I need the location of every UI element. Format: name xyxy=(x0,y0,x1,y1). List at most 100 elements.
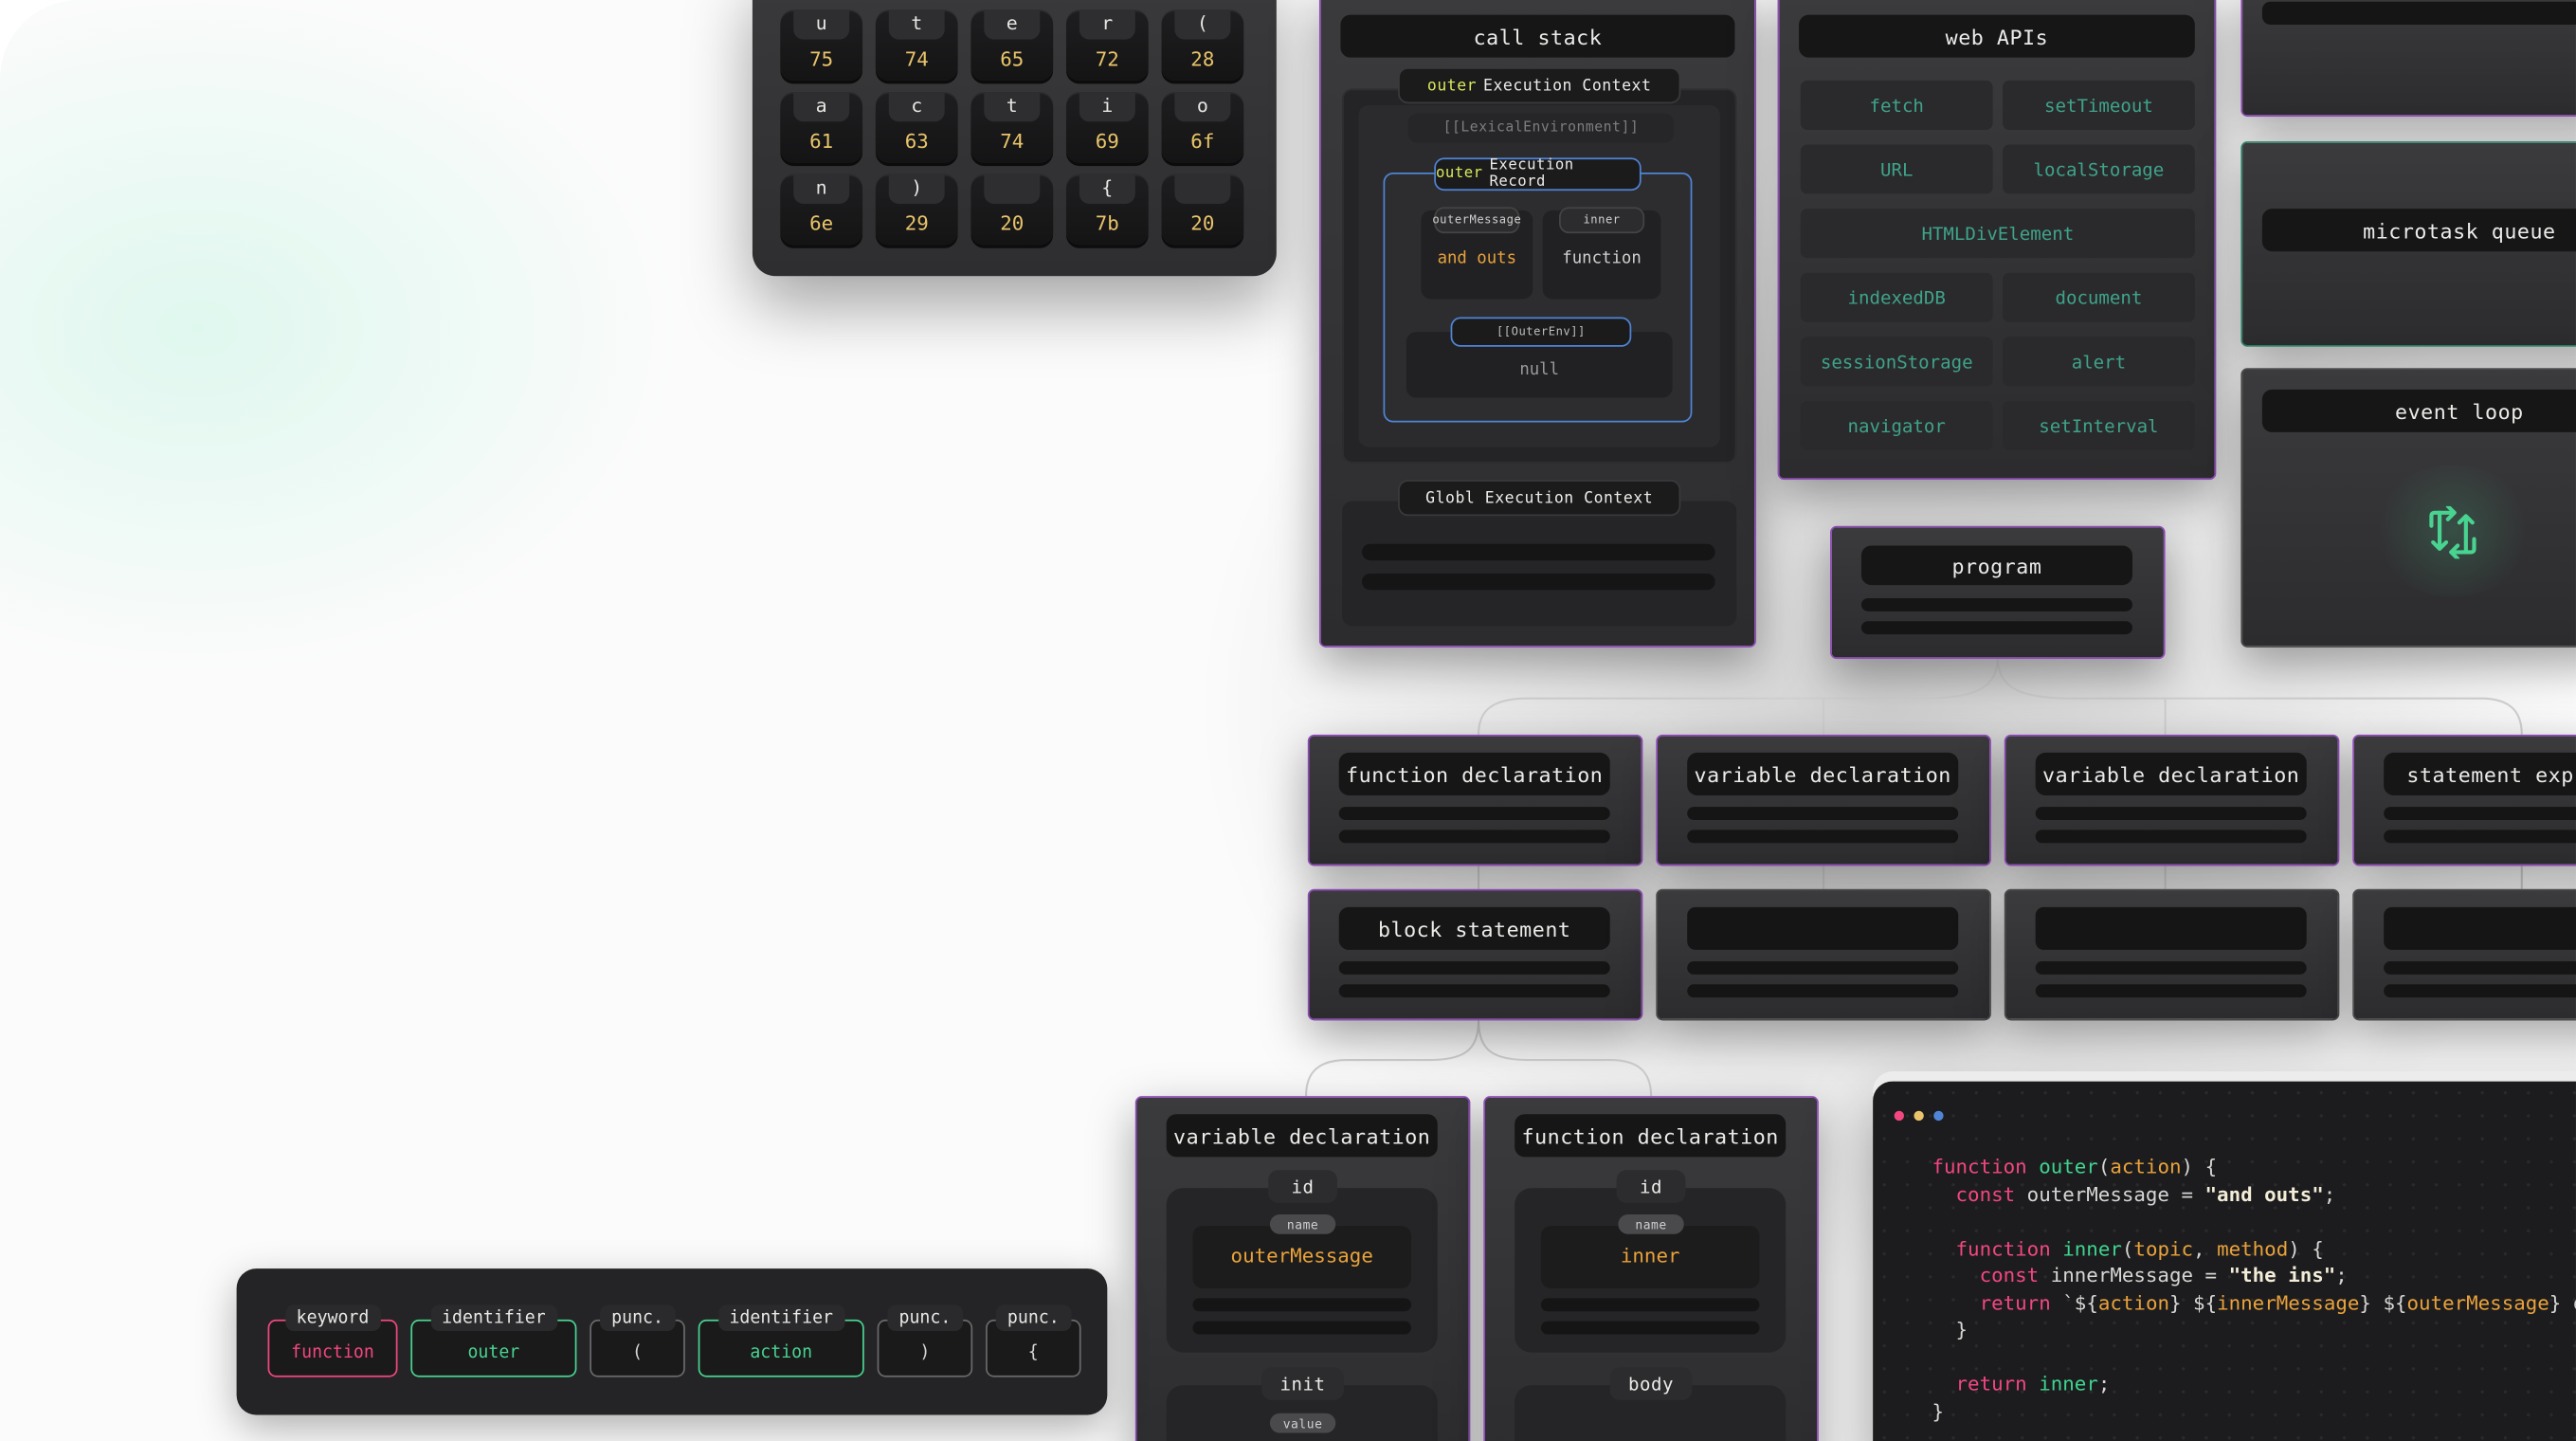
api-navigator[interactable]: navigator xyxy=(1800,400,1993,450)
keycap-char: o xyxy=(1174,92,1231,122)
ast-node-title: block statement xyxy=(1338,906,1610,950)
api-label: localStorage xyxy=(2003,144,2195,194)
event-loop-panel: event loop xyxy=(2240,368,2576,648)
id-label: id xyxy=(1268,1170,1337,1203)
api-document[interactable]: document xyxy=(2003,272,2195,322)
ast-node-title: variable declaration xyxy=(1687,752,1959,795)
var-declaration-detail: variable declaration outerMessage id nam… xyxy=(1134,1096,1471,1441)
program-title: program xyxy=(1860,545,2132,586)
keycap-hex: 29 xyxy=(904,211,929,235)
api-indexeddb[interactable]: indexedDB xyxy=(1800,272,1993,322)
api-url[interactable]: URL xyxy=(1800,144,1993,194)
token-type: keyword xyxy=(284,1304,381,1332)
keycap[interactable]: {7b xyxy=(1065,173,1149,246)
id-box: inner xyxy=(1515,1188,1787,1353)
program-node: program xyxy=(1830,525,2166,660)
keycap-hex: 28 xyxy=(1190,47,1215,71)
keycap-char: n xyxy=(793,173,850,204)
init-label: init xyxy=(1261,1367,1344,1400)
identifier-name: outerMessage xyxy=(1230,1244,1373,1268)
keyboard-panel: u 75 t 74 e 65 r 72 (28 a 61 c 63 t 74 i 69 o 6f n 6e) 29 20 {7… xyxy=(752,0,1277,277)
keycap-char: e xyxy=(984,9,1041,40)
keycap[interactable]: ) 29 xyxy=(875,173,958,246)
api-htmldivelement[interactable]: HTMLDivElement xyxy=(1800,209,2195,259)
keycap[interactable]: a 61 xyxy=(780,92,863,163)
keycap[interactable]: r 72 xyxy=(1065,9,1149,81)
keycap-hex: 69 xyxy=(1095,129,1119,154)
api-fetch[interactable]: fetch xyxy=(1800,80,1993,130)
keycap-char: t xyxy=(888,9,945,40)
web-apis-title: web APIs xyxy=(1799,14,2195,58)
token-value: function xyxy=(291,1342,374,1362)
keycap[interactable]: t 74 xyxy=(875,9,958,81)
ast-node-title: variable declaration xyxy=(2035,752,2307,795)
ast-statement-expression: statement expre xyxy=(2352,734,2576,866)
id-label: id xyxy=(1616,1170,1686,1203)
api-label: alert xyxy=(2003,337,2195,387)
ast-block-statement: block statement xyxy=(1307,888,1643,1021)
call-stack-panel: call stack outer Execution Context [[Lex… xyxy=(1318,0,1757,648)
keycap-hex: 72 xyxy=(1095,47,1119,71)
record-keyword: outer xyxy=(1435,166,1483,183)
keycap[interactable]: i 69 xyxy=(1065,92,1149,163)
token: punc. { xyxy=(986,1304,1081,1377)
outer-env-label: [[OuterEnv]] xyxy=(1450,317,1632,347)
keycap[interactable]: o 6f xyxy=(1161,92,1244,163)
outer-keyword: outer xyxy=(1426,76,1478,95)
event-loop-title: event loop xyxy=(2261,389,2576,432)
token: keyword function xyxy=(267,1304,398,1377)
token-type: punc. xyxy=(995,1304,1071,1332)
record-text: Execution Record xyxy=(1489,157,1574,192)
stage: u 75 t 74 e 65 r 72 (28 a 61 c 63 t 74 i 69 o 6f n 6e) 29 20 {7… xyxy=(0,0,2576,1441)
api-label: indexedDB xyxy=(1800,272,1993,322)
outer-execution-context-label: outer Execution Context xyxy=(1398,67,1681,104)
keycap[interactable]: u 75 xyxy=(780,9,863,81)
name-tag: name xyxy=(1618,1213,1684,1234)
value-tag: value xyxy=(1269,1413,1336,1433)
lexical-environment-label: [[LexicalEnvironment]] xyxy=(1407,113,1675,143)
keycap[interactable]: t 74 xyxy=(971,92,1054,163)
microtask-queue-panel: microtask queue xyxy=(2240,141,2576,347)
keycap-hex: 6e xyxy=(809,211,834,235)
close-dot-icon[interactable] xyxy=(1894,1110,1905,1122)
id-box: outerMessage xyxy=(1166,1188,1438,1353)
ast-node-title: statement expre xyxy=(2384,752,2576,795)
execution-context-text: Execution Context xyxy=(1483,76,1652,95)
var-decl-title: variable declaration xyxy=(1166,1114,1438,1158)
keycap[interactable]: c 63 xyxy=(875,92,958,163)
keycap-char: r xyxy=(1079,9,1135,40)
call-stack-title: call stack xyxy=(1340,14,1735,58)
code-editor: function outer(action) { const outerMess… xyxy=(1873,1081,2576,1441)
partial-top-panel xyxy=(2240,0,2576,118)
api-label: fetch xyxy=(1800,80,1993,130)
token-type: punc. xyxy=(887,1304,963,1332)
ast-node-title: function declaration xyxy=(1338,752,1610,795)
api-settimeout[interactable]: setTimeout xyxy=(2003,80,2195,130)
keycap-char: a xyxy=(793,92,850,122)
api-label: navigator xyxy=(1800,400,1993,450)
keycap[interactable]: n 6e xyxy=(780,173,863,246)
ast-placeholder-node xyxy=(1656,888,1991,1021)
code-block: function outer(action) { const outerMess… xyxy=(1932,1155,2575,1423)
keycap-hex: 63 xyxy=(904,129,929,154)
keycap-hex: 74 xyxy=(1000,129,1025,154)
keycap[interactable]: 20 xyxy=(1161,173,1244,246)
api-sessionstorage[interactable]: sessionStorage xyxy=(1800,337,1993,387)
api-setinterval[interactable]: setInterval xyxy=(2003,400,2195,450)
ast-variable-declaration-2: variable declaration xyxy=(2004,734,2340,866)
token-value: action xyxy=(750,1342,813,1362)
minimize-dot-icon[interactable] xyxy=(1914,1110,1924,1122)
microtask-queue-title: microtask queue xyxy=(2261,209,2576,252)
outer-env-value: null xyxy=(1519,361,1560,380)
keycap[interactable]: 20 xyxy=(971,173,1054,246)
keycap[interactable]: (28 xyxy=(1161,9,1244,81)
func-decl-title: function declaration xyxy=(1515,1114,1787,1158)
api-label: setInterval xyxy=(2003,400,2195,450)
keycap-hex: 65 xyxy=(1000,47,1025,71)
maximize-dot-icon[interactable] xyxy=(1933,1110,1944,1122)
token-type: identifier xyxy=(717,1304,845,1332)
api-alert[interactable]: alert xyxy=(2003,337,2195,387)
token-type: punc. xyxy=(600,1304,676,1332)
api-localstorage[interactable]: localStorage xyxy=(2003,144,2195,194)
keycap[interactable]: e 65 xyxy=(971,9,1054,81)
